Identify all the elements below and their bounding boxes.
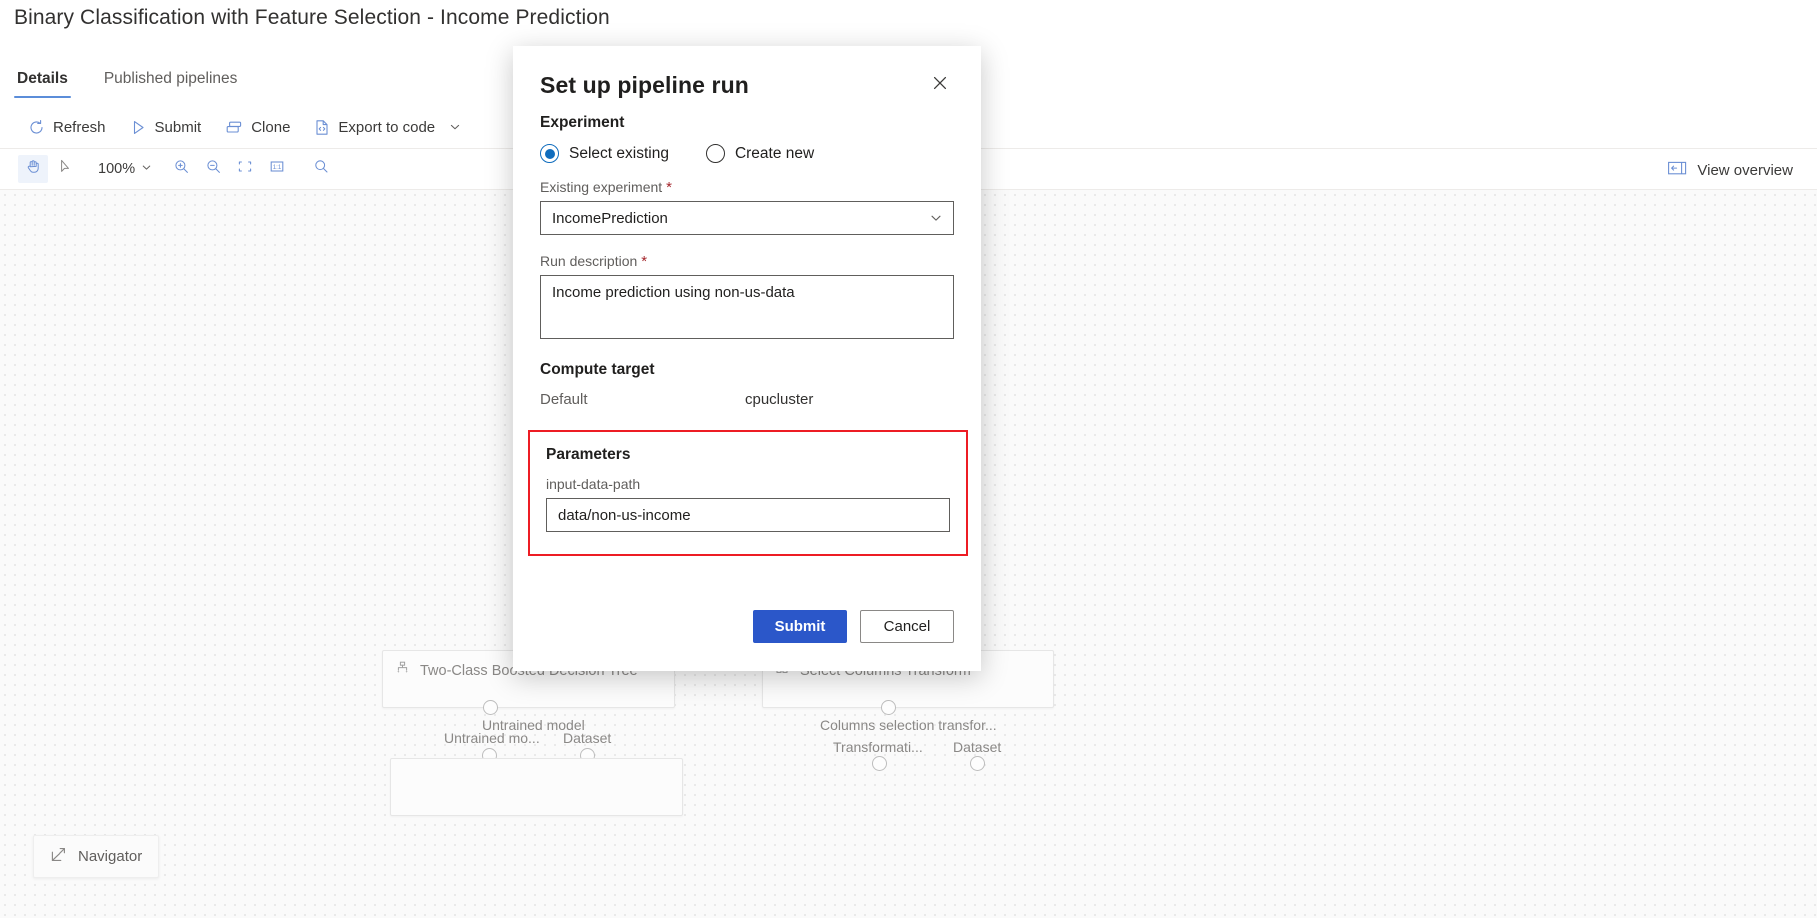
radio-label-create-new: Create new (735, 145, 814, 163)
radio-button-icon (540, 144, 559, 163)
view-overview-label: View overview (1697, 162, 1793, 179)
radio-create-new[interactable]: Create new (706, 144, 814, 163)
compute-target-key: Default (540, 391, 745, 408)
node-input-port[interactable] (970, 756, 985, 771)
chevron-down-icon (929, 211, 943, 225)
zoom-out-button[interactable] (198, 155, 228, 183)
existing-experiment-label: Existing experiment * (540, 179, 954, 195)
zoom-in-button[interactable] (166, 155, 196, 183)
play-icon (130, 119, 147, 136)
submit-button[interactable]: Submit (120, 113, 212, 142)
required-asterisk: * (666, 180, 672, 195)
search-button[interactable] (306, 155, 336, 183)
radio-dot (545, 149, 555, 159)
node-input-port[interactable] (872, 756, 887, 771)
clone-icon (225, 119, 243, 136)
refresh-button[interactable]: Refresh (18, 113, 116, 142)
parameter-name-input-data-path: input-data-path (546, 476, 950, 492)
radio-button-icon (706, 144, 725, 163)
parameter-value-input-data-path[interactable]: data/non-us-income (546, 498, 950, 532)
setup-pipeline-run-dialog: Set up pipeline run Experiment Select ex… (513, 46, 981, 671)
zoom-level-value: 100% (98, 161, 135, 177)
search-icon (313, 158, 330, 180)
zoom-in-icon (173, 158, 190, 180)
fit-to-screen-button[interactable] (230, 155, 260, 183)
chevron-down-icon (141, 161, 152, 177)
radio-label-select-existing: Select existing (569, 145, 669, 163)
close-button[interactable] (923, 68, 957, 102)
existing-experiment-value: IncomePrediction (552, 210, 668, 227)
cursor-icon (57, 158, 74, 180)
one-to-one-icon: 1:1 (268, 158, 286, 180)
panel-collapse-icon (1667, 160, 1687, 180)
port-label-columns-selection-transform: Columns selection transfor... (820, 717, 997, 733)
experiment-radio-group: Select existing Create new (540, 144, 954, 163)
view-overview-button[interactable]: View overview (1659, 149, 1801, 191)
close-icon (932, 75, 948, 96)
dialog-header: Set up pipeline run (513, 46, 981, 102)
compute-target-row: Default cpucluster (540, 391, 954, 408)
code-file-icon (314, 119, 330, 136)
pan-tool-button[interactable] (18, 155, 48, 183)
refresh-icon (28, 119, 45, 136)
tab-bar: Details Published pipelines (14, 58, 240, 98)
run-description-input[interactable]: Income prediction using non-us-data (540, 275, 954, 339)
hand-icon (25, 158, 42, 180)
app-root: Binary Classification with Feature Selec… (0, 0, 1817, 918)
clone-button[interactable]: Clone (215, 113, 300, 142)
dialog-submit-button[interactable]: Submit (753, 610, 847, 643)
compute-target-section-title: Compute target (540, 361, 954, 379)
model-tree-icon (395, 661, 410, 680)
export-to-code-button[interactable]: Export to code (304, 113, 471, 142)
chevron-down-icon (449, 121, 461, 133)
radio-select-existing[interactable]: Select existing (540, 144, 669, 163)
experiment-section-title: Experiment (540, 114, 954, 132)
dialog-cancel-button[interactable]: Cancel (860, 610, 954, 643)
submit-label: Submit (155, 119, 202, 136)
zoom-out-icon (205, 158, 222, 180)
port-label-transformati: Transformati... (833, 739, 923, 755)
export-to-code-label: Export to code (338, 119, 435, 136)
parameters-section: Parameters input-data-path data/non-us-i… (528, 430, 968, 556)
navigator-icon (50, 846, 67, 867)
run-description-label-text: Run description (540, 253, 637, 269)
node-output-port[interactable] (881, 700, 896, 715)
page-title: Binary Classification with Feature Selec… (14, 6, 610, 30)
actual-size-button[interactable]: 1:1 (262, 155, 292, 183)
fit-screen-icon (236, 158, 254, 180)
parameters-section-title: Parameters (546, 446, 950, 464)
navigator-button[interactable]: Navigator (33, 835, 159, 878)
existing-experiment-select[interactable]: IncomePrediction (540, 201, 954, 235)
port-label-dataset-left: Dataset (563, 730, 611, 746)
existing-experiment-label-text: Existing experiment (540, 179, 662, 195)
tab-details[interactable]: Details (14, 70, 71, 98)
navigator-label: Navigator (78, 848, 142, 865)
select-tool-button[interactable] (50, 155, 80, 183)
required-asterisk: * (641, 254, 647, 269)
dialog-footer: Submit Cancel (513, 610, 981, 671)
compute-target-value: cpucluster (745, 391, 813, 408)
zoom-level-selector[interactable]: 100% (90, 157, 160, 181)
clone-label: Clone (251, 119, 290, 136)
tab-published-pipelines[interactable]: Published pipelines (101, 70, 241, 98)
refresh-label: Refresh (53, 119, 106, 136)
dialog-title: Set up pipeline run (540, 72, 749, 99)
pipeline-node-downstream-left[interactable] (390, 758, 683, 816)
run-description-label: Run description * (540, 253, 954, 269)
port-label-dataset-right: Dataset (953, 739, 1001, 755)
dialog-body: Experiment Select existing Create new Ex… (513, 102, 981, 610)
port-label-untrained-mo: Untrained mo... (444, 730, 540, 746)
svg-text:1:1: 1:1 (273, 164, 282, 171)
node-output-port[interactable] (483, 700, 498, 715)
